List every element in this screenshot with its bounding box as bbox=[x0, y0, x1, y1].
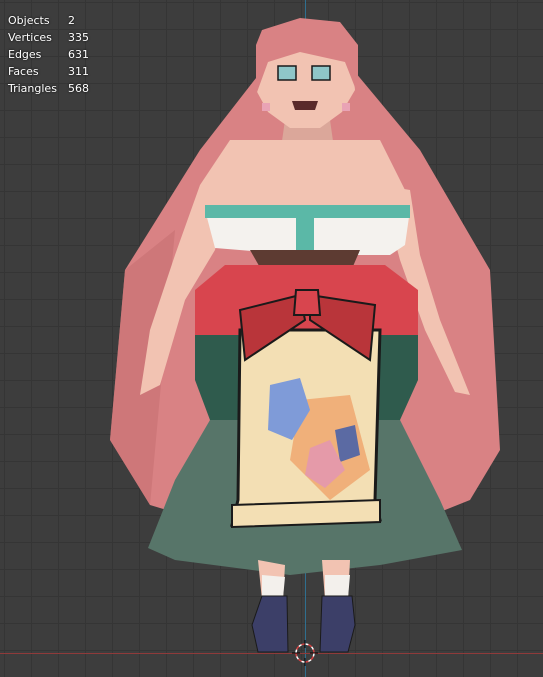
right-eye bbox=[311, 65, 331, 81]
top-center-strap bbox=[296, 205, 314, 255]
right-shoe bbox=[319, 595, 356, 653]
bow-knot bbox=[292, 289, 322, 316]
character-model[interactable] bbox=[0, 0, 543, 677]
3d-cursor-icon[interactable] bbox=[292, 640, 318, 666]
apron-fringe bbox=[231, 498, 381, 529]
left-earring-icon bbox=[262, 103, 270, 111]
chest bbox=[200, 140, 410, 215]
mouth bbox=[292, 101, 318, 110]
left-eye bbox=[277, 65, 297, 81]
3d-viewport[interactable]: Objects 2 Vertices 335 Edges 631 Faces 3… bbox=[0, 0, 543, 677]
right-sock bbox=[325, 575, 350, 598]
right-earring-icon bbox=[342, 103, 350, 111]
left-sock bbox=[262, 575, 285, 598]
left-shoe bbox=[251, 595, 289, 653]
